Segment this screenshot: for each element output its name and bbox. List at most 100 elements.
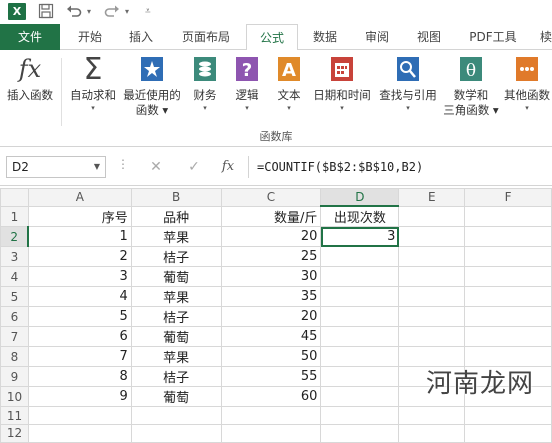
row-header[interactable]: 3 [0,246,29,268]
cell-a1[interactable]: 序号 [27,205,132,228]
cell-e12[interactable] [398,424,466,443]
autosum-button[interactable]: Σ 自动求和 ▾ [66,52,120,113]
column-header-e[interactable]: E [398,188,466,207]
cell-a6[interactable]: 5 [27,306,132,328]
row-header[interactable]: 2 [0,226,30,248]
tab-insert[interactable]: 插入 [118,24,164,50]
cell-a3[interactable]: 2 [27,246,132,268]
cell-f11[interactable] [464,406,552,426]
column-header-c[interactable]: C [220,188,322,207]
cell-a12[interactable] [27,424,132,443]
cell-e5[interactable] [398,286,466,308]
cell-d8[interactable] [320,346,400,368]
cell-b11[interactable] [130,406,222,426]
financial-button[interactable]: 财务 ▾ [186,54,224,113]
cell-c12[interactable] [220,424,322,443]
redo-dropdown-icon[interactable]: ▾ [125,3,129,21]
cell-f7[interactable] [464,326,552,348]
column-header-a[interactable]: A [27,188,132,207]
cell-c8[interactable]: 50 [220,346,322,368]
tab-file[interactable]: 文件 [0,24,60,50]
formula-input[interactable]: =COUNTIF($B$2:$B$10,B2) [248,156,552,178]
cell-d11[interactable] [320,406,400,426]
cell-d9[interactable] [320,366,400,388]
tab-view[interactable]: 视图 [406,24,452,50]
undo-icon[interactable] [66,3,82,21]
cell-b3[interactable]: 桔子 [130,246,222,268]
cell-b12[interactable] [130,424,222,443]
cell-c10[interactable]: 60 [220,386,322,408]
cell-d3[interactable] [320,246,400,268]
cell-d10[interactable] [320,386,400,408]
cell-c5[interactable]: 35 [220,286,322,308]
tab-formulas[interactable]: 公式 [246,24,298,51]
cell-a7[interactable]: 6 [27,326,132,348]
math-trig-button[interactable]: θ 数学和 三角函数 ▾ [442,54,500,118]
lookup-reference-button[interactable]: 查找与引用 ▾ [376,54,440,113]
cell-d1[interactable]: 出现次数 [320,205,400,228]
row-header[interactable]: 1 [0,205,29,228]
column-header-d[interactable]: D [320,188,400,208]
cell-b9[interactable]: 桔子 [130,366,222,388]
chevron-down-icon[interactable]: ▼ [94,157,100,177]
more-functions-button[interactable]: 其他函数 ▾ [502,54,552,113]
row-header[interactable]: 9 [0,366,29,388]
logical-button[interactable]: ? 逻辑 ▾ [228,54,266,113]
cell-d7[interactable] [320,326,400,348]
insert-function-fx-button[interactable]: fx [216,156,240,178]
cell-b8[interactable]: 苹果 [130,346,222,368]
tab-home[interactable]: 开始 [68,24,112,50]
cell-e3[interactable] [398,246,466,268]
cell-f2[interactable] [464,226,552,248]
formula-bar-splitter[interactable]: ⋮ [117,157,129,171]
cell-e4[interactable] [398,266,466,288]
row-header[interactable]: 8 [0,346,29,368]
column-header-b[interactable]: B [130,188,222,207]
cell-a8[interactable]: 7 [27,346,132,368]
tab-pdf-tools[interactable]: PDF工具 [460,24,526,50]
cell-b1[interactable]: 品种 [130,205,222,228]
name-box[interactable]: D2 ▼ [6,156,106,178]
column-header-f[interactable]: F [464,188,552,207]
cell-c6[interactable]: 20 [220,306,322,328]
enter-formula-button[interactable]: ✓ [182,156,206,178]
row-header[interactable]: 11 [0,406,29,426]
row-header[interactable]: 5 [0,286,29,308]
tab-data[interactable]: 数据 [302,24,348,50]
cancel-formula-button[interactable]: ✕ [144,156,168,178]
select-all-corner[interactable] [0,188,29,207]
cell-a11[interactable] [27,406,132,426]
text-button[interactable]: A 文本 ▾ [270,54,308,113]
cell-b5[interactable]: 苹果 [130,286,222,308]
cell-e6[interactable] [398,306,466,328]
cell-b2[interactable]: 苹果 [130,226,222,248]
redo-icon[interactable] [104,3,120,21]
cell-d5[interactable] [320,286,400,308]
cell-f5[interactable] [464,286,552,308]
cell-c3[interactable]: 25 [220,246,322,268]
tab-page-layout[interactable]: 页面布局 [170,24,242,50]
cell-c9[interactable]: 55 [220,366,322,388]
tab-review[interactable]: 审阅 [354,24,400,50]
cell-c2[interactable]: 20 [220,226,322,248]
tab-overflow[interactable]: 椟 [536,24,552,50]
cell-d2[interactable]: 3 [320,226,400,248]
cell-b6[interactable]: 桔子 [130,306,222,328]
cell-a4[interactable]: 3 [27,266,132,288]
cell-f4[interactable] [464,266,552,288]
cell-c11[interactable] [220,406,322,426]
row-header[interactable]: 7 [0,326,29,348]
cell-c4[interactable]: 30 [220,266,322,288]
cell-e11[interactable] [398,406,466,426]
cell-f6[interactable] [464,306,552,328]
customize-qat-icon[interactable]: ⩡ [145,3,151,21]
cell-f12[interactable] [464,424,552,443]
cell-b7[interactable]: 葡萄 [130,326,222,348]
cell-f3[interactable] [464,246,552,268]
recent-functions-button[interactable]: 最近使用的 函数 ▾ [120,54,184,118]
cell-d6[interactable] [320,306,400,328]
save-icon[interactable] [38,3,54,21]
date-time-button[interactable]: 日期和时间 ▾ [310,54,374,113]
insert-function-button[interactable]: fx 插入函数 [4,54,56,103]
cell-a10[interactable]: 9 [27,386,132,408]
